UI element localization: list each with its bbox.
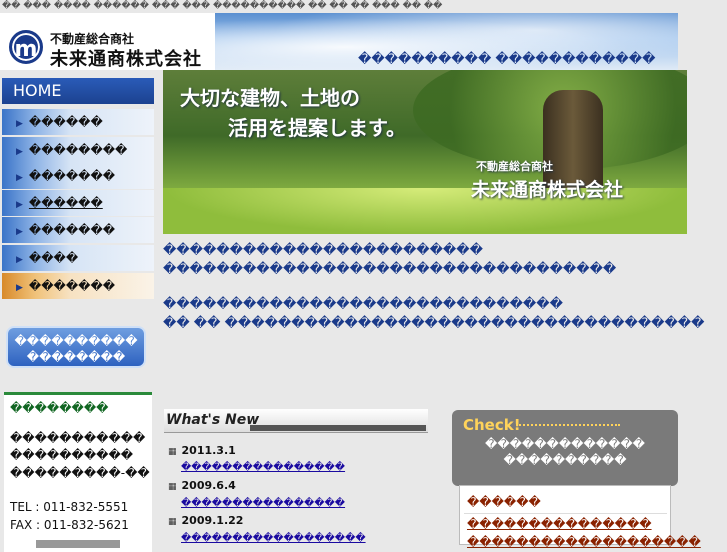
info-line: ���������� xyxy=(10,448,134,462)
info-line: ���������-�� xyxy=(10,466,150,480)
info-tel: TEL : 011-832-5551 xyxy=(10,500,129,514)
check-line2: ���������� xyxy=(503,453,627,467)
hero-title-line2: 活用を提案します。 xyxy=(228,116,406,140)
check-dotted-rule xyxy=(516,424,620,426)
top-strip-text: �� ��� ���� ������ ��� ��� ���������� ��… xyxy=(2,1,443,11)
info-line: ����������� xyxy=(10,431,146,445)
nav-item-label: �������� xyxy=(28,143,128,157)
check-box-title: ������ xyxy=(467,495,541,509)
header-tagline: ���������� ������������ xyxy=(358,52,656,67)
nav-item-7[interactable]: ▶ ������� xyxy=(2,273,154,299)
company-info-box: �������� ����������� ���������� ��������… xyxy=(4,392,152,552)
site-header: m 不動産総合商社 未来通商株式会社 ���������� ����������… xyxy=(0,13,678,70)
info-fax: FAX : 011-832-5621 xyxy=(10,518,129,532)
nav-item-1[interactable]: ▶ ������ xyxy=(2,109,154,135)
news-date-text: 2011.3.1 xyxy=(181,444,236,457)
chevron-right-icon: ▶ xyxy=(16,200,23,210)
bullet-icon: ▦ xyxy=(168,482,177,492)
check-title: Check! xyxy=(463,416,521,434)
nav-item-label: ������� xyxy=(28,279,116,293)
nav-item-5[interactable]: ▶ ������� xyxy=(2,217,154,243)
nav-item-2[interactable]: ▶ �������� xyxy=(2,137,154,163)
news-date: ▦ 2009.6.4 xyxy=(168,479,236,492)
nav-item-label: ���� xyxy=(28,251,79,265)
whats-new-bar xyxy=(250,425,426,431)
contact-button[interactable]: ���������� �������� xyxy=(6,326,146,368)
chevron-right-icon: ▶ xyxy=(16,227,23,237)
check-link[interactable]: ��������������� xyxy=(467,517,652,531)
bullet-icon: ▦ xyxy=(168,447,177,457)
hero-subtitle: 不動産総合商社 xyxy=(476,160,553,173)
nav-item-4[interactable]: ▶ ������ xyxy=(2,190,154,216)
news-date: ▦ 2011.3.1 xyxy=(168,444,236,457)
hero-title-line1: 大切な建物、土地の xyxy=(180,86,360,110)
sidebar: HOME ▶ ������ ▶ �������� ▶ ������� ▶ ������ … xyxy=(0,70,155,552)
sidebar-bottom-banner[interactable] xyxy=(36,540,120,548)
check-line1: ������������� xyxy=(485,437,645,451)
info-title: �������� xyxy=(10,401,109,415)
nav-item-3[interactable]: ▶ ������� xyxy=(2,163,154,189)
whats-new-title: What's New xyxy=(166,412,260,428)
hero-company: 未来通商株式会社 xyxy=(471,179,624,201)
contact-button-line2: �������� xyxy=(26,350,126,364)
news-date: ▦ 2009.1.22 xyxy=(168,514,243,527)
nav-home[interactable]: HOME xyxy=(2,78,154,104)
news-link[interactable]: ���������������� xyxy=(181,498,345,509)
nav-item-6[interactable]: ▶ ���� xyxy=(2,245,154,271)
intro-text-line: ������������������������ xyxy=(163,243,483,258)
intro-text-line: ���������������������������������� xyxy=(163,262,617,277)
chevron-right-icon: ▶ xyxy=(16,173,23,183)
news-link[interactable]: ���������������� xyxy=(181,462,345,473)
contact-button-line1: ���������� xyxy=(14,334,138,348)
news-date-text: 2009.1.22 xyxy=(181,514,244,527)
chevron-right-icon: ▶ xyxy=(16,119,23,129)
divider xyxy=(464,513,667,514)
nav-item-label: ������ xyxy=(28,196,103,210)
chevron-right-icon: ▶ xyxy=(16,147,23,157)
check-link[interactable]: ������������������� xyxy=(467,535,701,549)
check-panel: Check! ������������� ���������� xyxy=(452,410,678,486)
logo-mark-icon: m xyxy=(9,30,43,64)
nav-item-label: ������� xyxy=(28,169,116,183)
intro-text-line: ������������������������������ xyxy=(163,297,563,312)
bullet-icon: ▦ xyxy=(168,517,177,527)
whats-new-header: What's New xyxy=(164,409,428,433)
nav-item-label: ������� xyxy=(28,223,116,237)
intro-text-line: �� �� ����������������������������������… xyxy=(163,316,705,331)
news-date-text: 2009.6.4 xyxy=(181,479,236,492)
news-link[interactable]: ������������������ xyxy=(181,533,366,544)
chevron-right-icon: ▶ xyxy=(16,255,23,265)
hero-banner: 大切な建物、土地の 活用を提案します。 不動産総合商社 未来通商株式会社 xyxy=(163,70,687,234)
chevron-right-icon: ▶ xyxy=(16,283,23,293)
logo-company-name: 未来通商株式会社 xyxy=(50,49,202,70)
nav-item-label: ������ xyxy=(28,115,103,129)
logo[interactable]: m 不動産総合商社 未来通商株式会社 xyxy=(0,13,215,70)
check-links-box: ������ ��������������� �����������������… xyxy=(459,485,701,549)
